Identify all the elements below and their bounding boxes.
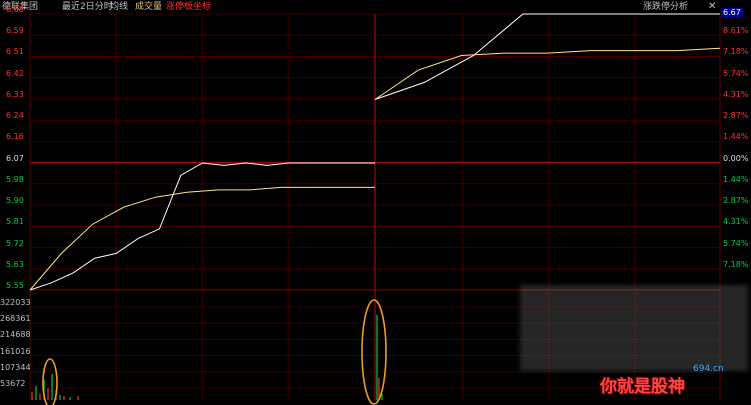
percent-tick-label: 4.31% bbox=[723, 89, 749, 99]
volume-tick-label: 268361 bbox=[0, 314, 31, 324]
percent-tick-label: 2.87% bbox=[723, 196, 749, 206]
price-tick-label: 5.63 bbox=[6, 259, 24, 269]
day2-average-line bbox=[374, 47, 721, 100]
price-tick-label: 6.51 bbox=[6, 47, 24, 57]
volume-tick-label: 214688 bbox=[0, 330, 31, 340]
price-tick-label: 5.98 bbox=[6, 174, 24, 184]
price-tick-label: 6.24 bbox=[6, 111, 24, 121]
percent-tick-label: 2.87% bbox=[723, 111, 749, 121]
price-tick-label: 5.72 bbox=[6, 238, 24, 248]
price-tick-label: 5.81 bbox=[6, 217, 24, 227]
percent-tick-label: 5.74% bbox=[723, 238, 749, 248]
percent-tick-label: 1.44% bbox=[723, 174, 749, 184]
blurred-watermark bbox=[520, 285, 748, 371]
percent-tick-label: 0.00% bbox=[723, 153, 749, 163]
percent-tick-label: 7.18% bbox=[723, 47, 749, 57]
percent-tick-label: 7.18% bbox=[723, 259, 749, 269]
price-tick-label: 6.33 bbox=[6, 89, 24, 99]
volume-tick-label: 322033 bbox=[0, 298, 31, 307]
day1-average-line bbox=[29, 186, 375, 291]
last-price-tag: 6.67 bbox=[721, 8, 743, 18]
price-tick-label: 5.90 bbox=[6, 196, 24, 206]
price-tick-label: 6.59 bbox=[6, 26, 24, 36]
volume-tick-label: 161016 bbox=[0, 346, 31, 356]
highlight-ellipse bbox=[361, 299, 387, 405]
volume-tick-label: 53672 bbox=[0, 379, 26, 388]
percent-tick-label: 8.61% bbox=[723, 26, 749, 36]
site-logo: 你就是股神 bbox=[600, 377, 685, 397]
price-tick-label: 5.55 bbox=[6, 281, 24, 290]
percent-tick-label: 5.74% bbox=[723, 68, 749, 78]
price-tick-label: 6.42 bbox=[6, 68, 24, 78]
price-tick-label: 6.16 bbox=[6, 132, 24, 142]
price-tick-label: 6.07 bbox=[6, 153, 24, 163]
highlight-ellipse bbox=[42, 358, 58, 405]
price-tick-label: 6.68 bbox=[6, 5, 24, 14]
volume-tick-label: 107344 bbox=[0, 362, 31, 372]
percent-tick-label: 1.44% bbox=[723, 132, 749, 142]
percent-tick-label: 4.31% bbox=[723, 217, 749, 227]
site-url: 694.cn bbox=[693, 364, 724, 374]
